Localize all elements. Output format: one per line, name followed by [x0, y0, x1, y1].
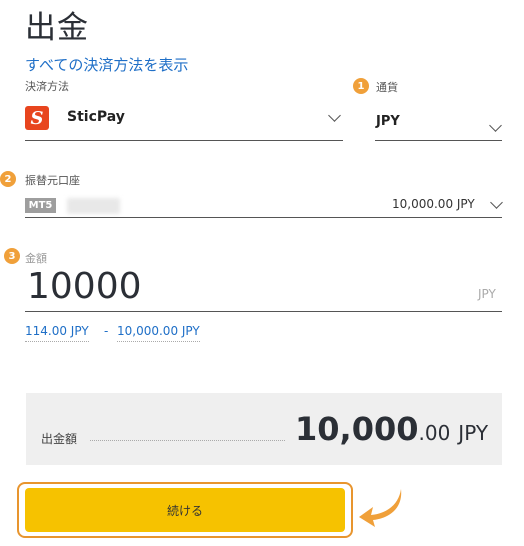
source-account-label: 振替元口座 [25, 174, 80, 187]
amount-min-link[interactable]: 114.00 JPY [25, 324, 89, 342]
currency-underline [375, 140, 502, 141]
summary-currency: JPY [458, 421, 489, 445]
masked-account-number [67, 198, 120, 214]
amount-underline [25, 311, 502, 312]
mt5-badge: MT5 [25, 198, 56, 213]
continue-button[interactable]: 続ける [25, 488, 345, 532]
page-title: 出金 [25, 10, 89, 46]
sticpay-logo-icon: S [25, 106, 49, 130]
amount-label: 金額 [25, 252, 47, 265]
step-2-badge: 2 [0, 171, 16, 187]
source-account-balance: 10,000.00 JPY [392, 197, 475, 211]
amount-range-separator: - [104, 324, 109, 338]
show-all-payment-methods-link[interactable]: すべての決済方法を表示 [25, 54, 188, 75]
amount-input[interactable]: 10000 [27, 266, 142, 307]
payment-method-label: 決済方法 [25, 80, 69, 93]
step-3-badge: 3 [4, 248, 20, 264]
summary-amount-decimal: .00 [418, 421, 451, 445]
payment-method-underline [25, 140, 343, 141]
summary-dotted-leader [90, 440, 285, 441]
currency-value: JPY [376, 114, 400, 129]
summary-amount: 10,000.00 JPY [295, 410, 488, 448]
source-account-underline [25, 217, 502, 218]
currency-label: 通貨 [376, 81, 398, 94]
summary-amount-main: 10,000 [295, 410, 419, 448]
amount-unit: JPY [478, 287, 496, 301]
payment-method-value: SticPay [67, 109, 125, 125]
step-1-badge: 1 [353, 78, 369, 94]
pointer-arrow-icon [359, 489, 402, 527]
amount-max-link[interactable]: 10,000.00 JPY [117, 324, 200, 342]
summary-label: 出金額 [41, 432, 78, 446]
